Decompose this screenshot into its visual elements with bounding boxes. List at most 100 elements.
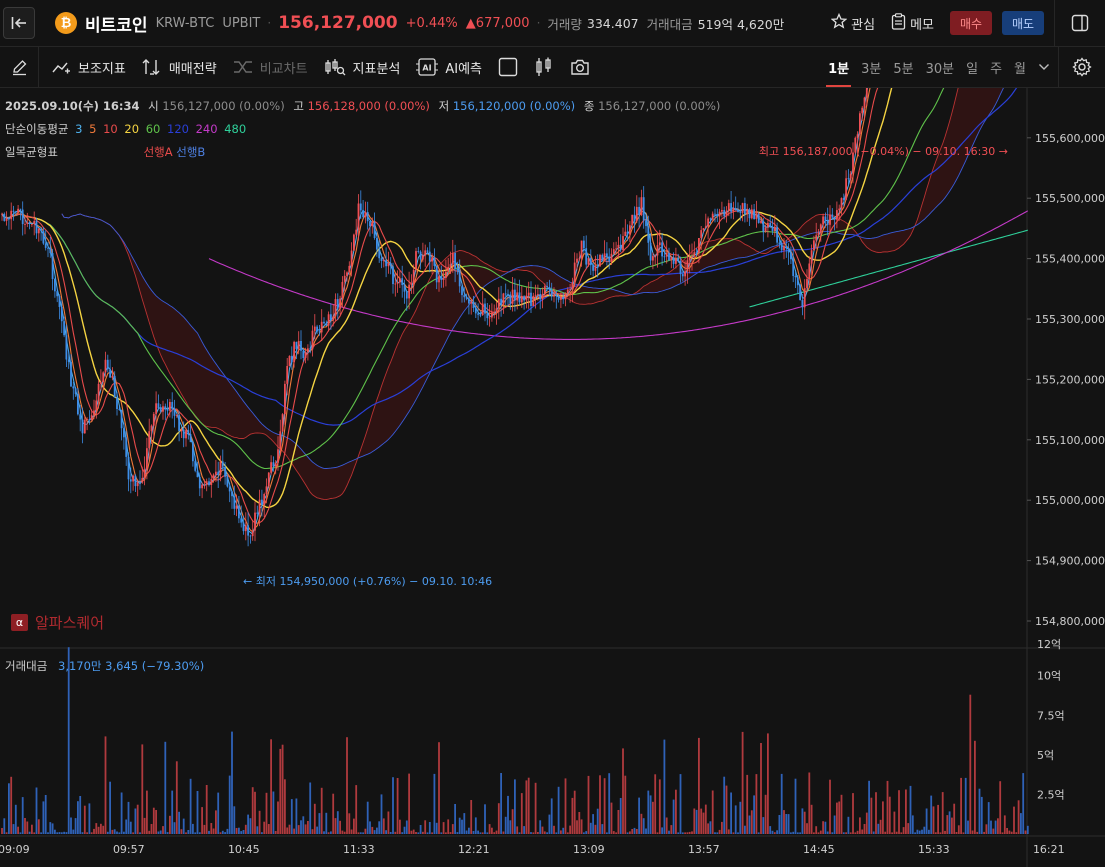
candle-body — [537, 294, 539, 295]
buy-button[interactable]: 매수 — [950, 11, 992, 35]
candle-body — [157, 403, 160, 409]
timeframe-day[interactable]: 일 — [966, 47, 978, 87]
chart-layout-button[interactable] — [498, 57, 518, 77]
candle-body — [378, 249, 381, 259]
volume-bar — [916, 829, 919, 834]
candle-body — [412, 270, 415, 284]
time-tick-label: 09:57 — [113, 843, 145, 856]
volume-bar — [948, 811, 951, 834]
candle-body — [833, 217, 836, 220]
strategy-button[interactable]: 매매전략 — [142, 58, 217, 77]
drawing-tool-button[interactable] — [0, 47, 39, 87]
volume-bar — [603, 778, 606, 834]
candle-body — [33, 221, 36, 224]
candle-body — [661, 242, 663, 257]
memo-button[interactable]: 메모 — [891, 12, 934, 34]
star-icon — [830, 12, 848, 33]
price-tick-label: 155,000,000 — [1035, 494, 1105, 507]
candle-body — [369, 221, 371, 227]
price-tick-label: 155,500,000 — [1035, 192, 1105, 205]
volume-bar — [47, 832, 49, 834]
volume-bar — [877, 823, 880, 834]
candle-body — [810, 250, 813, 264]
price-chart[interactable]: 156,300,000156,200,000156,000,000155,900… — [0, 88, 1105, 867]
timeframe-5m[interactable]: 5분 — [893, 47, 913, 87]
favorite-button[interactable]: 관심 — [830, 12, 875, 33]
volume-bar — [497, 803, 500, 834]
analysis-button[interactable]: 지표분석 — [324, 58, 400, 77]
volume-bar — [753, 795, 755, 834]
volume-bar — [449, 832, 452, 834]
candle-body — [481, 303, 484, 315]
candle-body — [603, 253, 606, 261]
volume-bar — [585, 831, 588, 834]
change-percent: +0.44% — [405, 15, 458, 31]
volume-bar — [608, 773, 611, 834]
candle-body — [56, 291, 59, 297]
timeframe-dropdown[interactable] — [1038, 63, 1050, 71]
ai-forecast-button[interactable]: AI AI예측 — [416, 57, 482, 77]
time-tick-label: 09:09 — [0, 843, 30, 856]
candle-body — [698, 238, 700, 253]
volume-bar — [964, 777, 967, 834]
candle-body — [325, 323, 328, 326]
candle-body — [297, 341, 300, 350]
volume-bar — [840, 794, 843, 834]
compare-chart-button[interactable]: 비교차트 — [233, 58, 308, 77]
volume-bar — [54, 829, 56, 834]
candle-body — [619, 244, 622, 250]
volume-bar — [297, 825, 300, 834]
timeframe-week[interactable]: 주 — [990, 47, 1002, 87]
timeframe-month[interactable]: 월 — [1014, 47, 1026, 87]
timeframe-1m[interactable]: 1분 — [826, 47, 852, 87]
candle-body — [739, 211, 742, 213]
candle-body — [424, 250, 427, 256]
candle-body — [270, 462, 272, 473]
volume-bar — [350, 829, 353, 834]
chart-settings-button[interactable] — [1058, 47, 1105, 87]
volume-bar — [343, 831, 346, 834]
volume-bar — [530, 832, 532, 834]
indicators-button[interactable]: 보조지표 — [51, 58, 126, 77]
candle-body — [463, 295, 466, 298]
panel-toggle-button[interactable] — [1054, 0, 1105, 46]
candle-body — [569, 289, 571, 291]
candle-body — [822, 216, 824, 225]
volume-bar — [944, 830, 946, 834]
volume-bar — [1022, 773, 1025, 834]
candle-body — [497, 298, 500, 309]
candle-body — [824, 216, 827, 221]
chart-type-button[interactable] — [534, 57, 554, 77]
volume-bar — [900, 832, 903, 834]
volume-bar — [123, 831, 125, 834]
candle-body — [263, 494, 266, 505]
volume-bar — [882, 801, 884, 834]
ai-label: AI예측 — [445, 61, 483, 77]
timeframe-3m[interactable]: 3분 — [861, 47, 881, 87]
volume-bar — [762, 817, 765, 834]
candle-body — [169, 402, 171, 411]
volume-bar — [389, 832, 392, 834]
candle-body — [831, 214, 834, 218]
candle-body — [760, 220, 762, 223]
candle-body — [727, 203, 730, 211]
volume-bar — [994, 820, 997, 834]
timeframe-30m[interactable]: 30분 — [926, 47, 955, 87]
screenshot-button[interactable] — [570, 58, 590, 76]
sell-button[interactable]: 매도 — [1002, 11, 1044, 35]
volume-bar — [339, 820, 341, 834]
candle-body — [339, 298, 341, 309]
volume-bar — [668, 830, 670, 834]
volume-bar — [433, 773, 436, 834]
candle-body — [562, 296, 565, 300]
candle-body — [806, 279, 808, 289]
candle-body — [343, 275, 346, 282]
candle-body — [10, 210, 13, 220]
candle-body — [307, 348, 309, 352]
candle-body — [422, 255, 424, 260]
candle-body — [58, 296, 61, 307]
volume-bar — [100, 823, 102, 834]
candle-body — [100, 382, 102, 384]
volume-bar — [976, 831, 979, 834]
collapse-sidebar-button[interactable] — [3, 7, 35, 39]
